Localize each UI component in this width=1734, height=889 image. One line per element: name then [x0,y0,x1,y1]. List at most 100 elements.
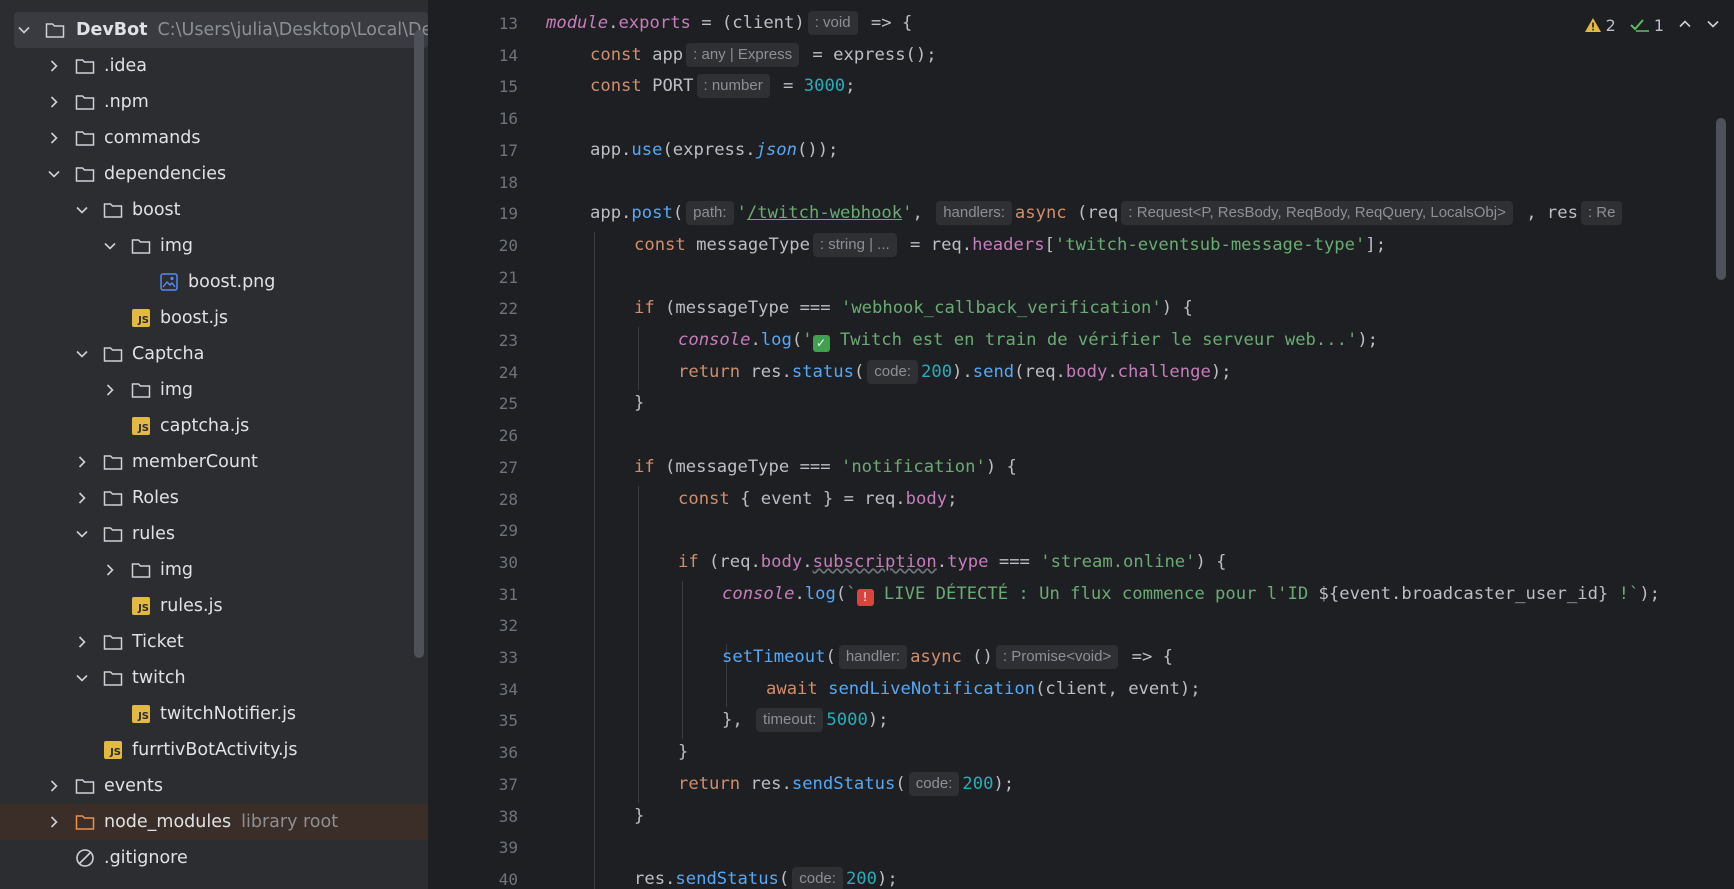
chevron-down-icon[interactable] [14,20,34,40]
code-editor[interactable]: module.exports = (client): void => { cons… [528,0,1734,889]
tree-item-ticket[interactable]: Ticket [0,624,428,660]
chevron-down-icon[interactable] [1706,16,1720,35]
code-token: const [634,234,697,255]
chevron-down-icon[interactable] [72,344,92,364]
js-file-icon: JS [102,739,124,761]
chevron-down-icon[interactable] [72,668,92,688]
tree-item-membercount[interactable]: memberCount [0,444,428,480]
chevron-right-icon[interactable] [44,776,64,796]
tree-item-img[interactable]: img [0,552,428,588]
chevron-down-icon[interactable] [72,524,92,544]
chevron-right-icon[interactable] [72,452,92,472]
code-token: const [678,488,741,509]
chevron-right-icon[interactable] [100,380,120,400]
tree-item-npm[interactable]: .npm [0,84,428,120]
tree-item-img[interactable]: img [0,372,428,408]
tree-item-furrtivbotactivity-js[interactable]: JS furrtivBotActivity.js [0,732,428,768]
tree-item-idea[interactable]: .idea [0,48,428,84]
code-line[interactable]: if (messageType === 'notification') { [634,454,1017,480]
chevron-right-icon[interactable] [72,488,92,508]
tree-item-commands[interactable]: commands [0,120,428,156]
chevron-right-icon[interactable] [44,92,64,112]
tree-item-gitignore[interactable]: .gitignore [0,840,428,876]
tree-item-label: twitch [132,668,186,688]
code-token: ). [952,361,973,382]
code-token: 'webhook_callback_verification' [840,298,1162,319]
js-file-icon: JS [130,595,152,617]
code-line[interactable]: if (messageType === 'webhook_callback_ve… [634,295,1193,321]
code-token: ( [778,868,790,889]
code-token: , res [1515,203,1578,224]
line-number: 32 [498,616,518,636]
ok-indicator[interactable]: 1 [1630,16,1664,35]
folder-icon [74,127,96,149]
tree-scrollbar[interactable] [414,30,424,658]
chevron-right-icon[interactable] [44,128,64,148]
code-line[interactable]: const PORT: number = 3000; [590,73,856,99]
code-line[interactable]: } [678,739,688,765]
folder-icon [102,343,124,365]
line-number-gutter: 13 14 15 16 17 18 19 20 21 22 23 24 25 26 27 28 29 30 31 32… [438,0,528,889]
code-line[interactable]: module.exports = (client): void => { [546,10,912,36]
chevron-right-icon[interactable] [72,632,92,652]
code-token: challenge [1117,361,1211,382]
tree-item-captcha[interactable]: Captcha [0,336,428,372]
code-line[interactable]: setTimeout(handler: async (): Promise<voi… [722,644,1173,670]
chevron-up-icon[interactable] [1678,16,1692,35]
line-number: 29 [498,521,518,541]
chevron-down-icon[interactable] [100,236,120,256]
chevron-right-icon[interactable] [100,560,120,580]
tree-item-rules-js[interactable]: JS rules.js [0,588,428,624]
code-line[interactable]: console.log(' ✓ Twitch est en train de vé… [678,327,1378,353]
tree-item-label: Roles [132,488,179,508]
code-line[interactable]: if (req.body.subscription.type === 'stre… [678,549,1227,575]
chevron-right-icon[interactable] [44,812,64,832]
panel-divider[interactable] [428,0,438,889]
warnings-indicator[interactable]: 2 [1584,16,1616,35]
code-token: ) { [1195,551,1227,572]
code-token: post [631,203,673,224]
tree-item-boost-png[interactable]: boost.png [0,264,428,300]
tree-root-path: C:\Users\julia\Desktop\Local\Dev [157,20,428,40]
code-line[interactable]: } [634,803,644,829]
code-line[interactable]: const messageType: string | ... = req.he… [634,232,1386,258]
tree-item-events[interactable]: events [0,768,428,804]
inspection-widget[interactable]: 2 1 [1575,10,1734,40]
code-token: ` [846,583,857,604]
tree-item-boost[interactable]: boost [0,192,428,228]
tree-item-twitchnotifier-js[interactable]: JS twitchNotifier.js [0,696,428,732]
tree-item-label: memberCount [132,452,258,472]
chevron-right-icon[interactable] [44,56,64,76]
code-line[interactable]: console.log(`! LIVE DÉTECTÉ : Un flux co… [722,581,1660,607]
tree-item-twitch[interactable]: twitch [0,660,428,696]
code-line[interactable]: return res.status(code: 200).send(req.bod… [678,359,1232,385]
code-token: (req. [1014,361,1066,382]
chevron-down-icon[interactable] [72,200,92,220]
code-line[interactable]: } [634,390,644,416]
tree-item-captcha-js[interactable]: JS captcha.js [0,408,428,444]
tree-item-boost-js[interactable]: JS boost.js [0,300,428,336]
code-line[interactable]: app.post(path: '/twitch-webhook', handler… [590,200,1625,226]
folder-icon [74,163,96,185]
tree-item-img[interactable]: img [0,228,428,264]
chevron-down-icon[interactable] [44,164,64,184]
tree-item-node-modules[interactable]: node_modules library root [0,804,428,840]
tree-item-roles[interactable]: Roles [0,480,428,516]
tree-root-devbot[interactable]: DevBot C:\Users\julia\Desktop\Local\Dev [14,12,428,48]
tree-item-dependencies[interactable]: dependencies [0,156,428,192]
code-token: !` [1608,583,1640,604]
code-token: ( [853,361,865,382]
code-token: sendLiveNotification [828,678,1036,699]
code-line[interactable]: app.use(express.json()); [590,137,838,163]
code-line[interactable]: return res.sendStatus(code: 200); [678,771,1014,797]
code-token: ( [895,773,906,794]
code-token: setTimeout [722,647,826,667]
code-line[interactable]: const app: any | Express = express(); [590,42,937,68]
tree-item-rules[interactable]: rules [0,516,428,552]
code-line[interactable]: }, timeout: 5000); [722,707,889,733]
tree-item-name: rules [132,524,176,544]
code-line[interactable]: await sendLiveNotification(client, event… [766,676,1201,702]
code-line[interactable]: res.sendStatus(code: 200); [634,866,898,889]
code-line[interactable]: const { event } = req.body; [678,486,957,512]
editor-scrollbar[interactable] [1716,118,1726,280]
